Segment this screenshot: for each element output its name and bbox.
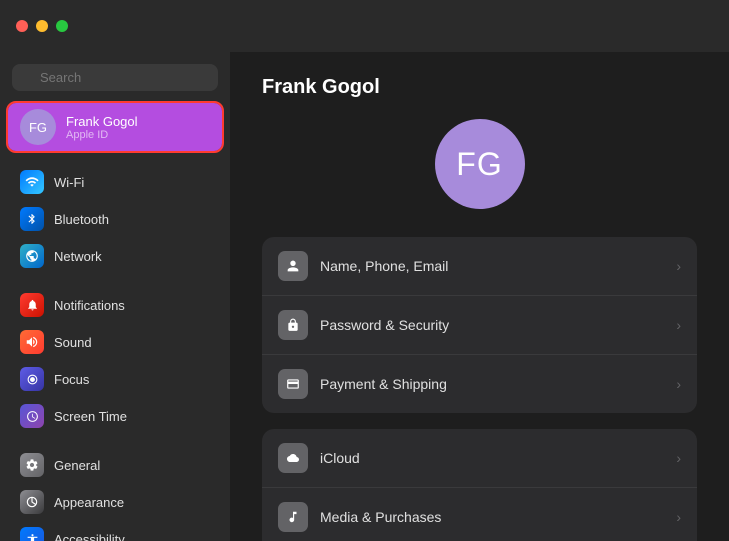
screentime-label: Screen Time: [54, 409, 127, 424]
user-name: Frank Gogol: [66, 114, 138, 129]
sidebar-item-bluetooth[interactable]: Bluetooth: [8, 201, 222, 237]
name-phone-email-icon: [278, 251, 308, 281]
content-title: Frank Gogol: [262, 76, 697, 99]
focus-icon: [20, 367, 44, 391]
payment-shipping-icon: [278, 369, 308, 399]
screentime-icon: [20, 404, 44, 428]
sidebar-item-focus[interactable]: Focus: [8, 361, 222, 397]
avatar-small: FG: [20, 109, 56, 145]
search-container: ⌕: [12, 64, 218, 91]
icloud-chevron: ›: [676, 450, 681, 466]
password-security-chevron: ›: [676, 317, 681, 333]
account-group: Name, Phone, Email › Password & Security…: [262, 237, 697, 413]
name-phone-email-chevron: ›: [676, 258, 681, 274]
sound-icon: [20, 330, 44, 354]
notifications-icon: [20, 293, 44, 317]
search-wrapper: ⌕: [12, 64, 218, 91]
media-purchases-row[interactable]: Media & Purchases ›: [262, 488, 697, 541]
payment-shipping-chevron: ›: [676, 376, 681, 392]
maximize-button[interactable]: [56, 20, 68, 32]
media-purchases-chevron: ›: [676, 509, 681, 525]
icloud-icon: [278, 443, 308, 473]
appearance-icon: [20, 490, 44, 514]
bluetooth-label: Bluetooth: [54, 212, 109, 227]
sound-label: Sound: [54, 335, 92, 350]
payment-shipping-label: Payment & Shipping: [320, 376, 658, 392]
sidebar-item-sound[interactable]: Sound: [8, 324, 222, 360]
payment-shipping-row[interactable]: Payment & Shipping ›: [262, 355, 697, 413]
user-avatar: FG: [435, 119, 525, 209]
wifi-icon: [20, 170, 44, 194]
sidebar-item-screentime[interactable]: Screen Time: [8, 398, 222, 434]
avatar-container: FG: [262, 119, 697, 209]
password-security-row[interactable]: Password & Security ›: [262, 296, 697, 355]
general-label: General: [54, 458, 100, 473]
sidebar-item-general[interactable]: General: [8, 447, 222, 483]
services-group: iCloud › Media & Purchases › Famil: [262, 429, 697, 541]
user-sublabel: Apple ID: [66, 129, 138, 141]
icloud-label: iCloud: [320, 450, 658, 466]
appearance-label: Appearance: [54, 495, 124, 510]
title-bar: [0, 0, 729, 52]
network-label: Network: [54, 249, 102, 264]
network-icon: [20, 244, 44, 268]
sidebar-item-wifi[interactable]: Wi-Fi: [8, 164, 222, 200]
sidebar-item-accessibility[interactable]: Accessibility: [8, 521, 222, 541]
sidebar-item-appearance[interactable]: Appearance: [8, 484, 222, 520]
password-security-label: Password & Security: [320, 317, 658, 333]
user-info: Frank Gogol Apple ID: [66, 114, 138, 141]
accessibility-label: Accessibility: [54, 532, 125, 541]
sidebar-item-notifications[interactable]: Notifications: [8, 287, 222, 323]
notifications-label: Notifications: [54, 298, 125, 313]
sidebar-item-network[interactable]: Network: [8, 238, 222, 274]
name-phone-email-label: Name, Phone, Email: [320, 258, 658, 274]
minimize-button[interactable]: [36, 20, 48, 32]
bluetooth-icon: [20, 207, 44, 231]
search-input[interactable]: [12, 64, 218, 91]
media-purchases-icon: [278, 502, 308, 532]
close-button[interactable]: [16, 20, 28, 32]
focus-label: Focus: [54, 372, 89, 387]
sidebar-item-user[interactable]: FG Frank Gogol Apple ID: [8, 103, 222, 151]
content-area: Frank Gogol FG Name, Phone, Email ›: [230, 52, 729, 541]
main-layout: ⌕ FG Frank Gogol Apple ID Wi-Fi: [0, 52, 729, 541]
icloud-row[interactable]: iCloud ›: [262, 429, 697, 488]
general-icon: [20, 453, 44, 477]
sidebar: ⌕ FG Frank Gogol Apple ID Wi-Fi: [0, 52, 230, 541]
media-purchases-label: Media & Purchases: [320, 509, 658, 525]
wifi-label: Wi-Fi: [54, 175, 84, 190]
accessibility-icon: [20, 527, 44, 541]
password-security-icon: [278, 310, 308, 340]
name-phone-email-row[interactable]: Name, Phone, Email ›: [262, 237, 697, 296]
